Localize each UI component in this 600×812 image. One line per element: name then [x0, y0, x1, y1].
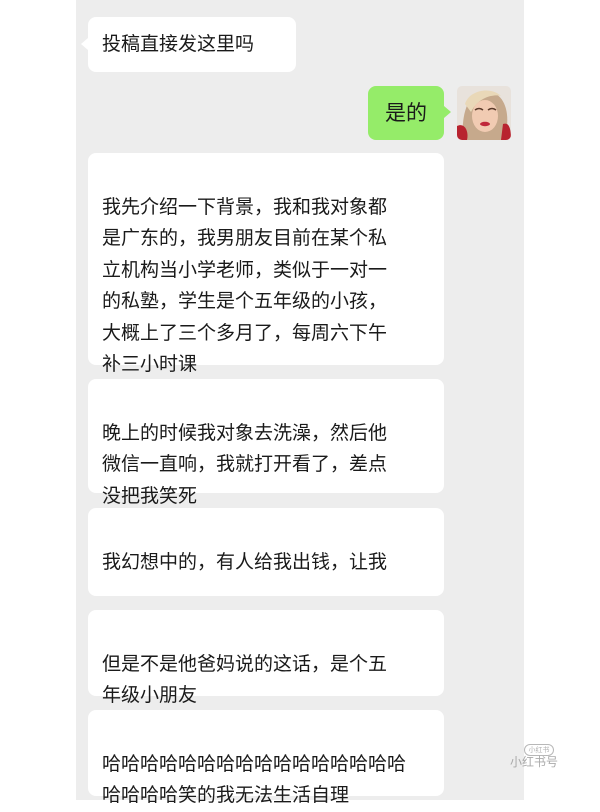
message-incoming-1[interactable]: 投稿直接发这里吗 [88, 17, 296, 72]
outgoing-bubble-tail [444, 106, 451, 118]
message-outgoing-1[interactable]: 是的 [368, 86, 444, 140]
message-text: 是的 [385, 100, 427, 125]
message-incoming-2[interactable]: 我先介绍一下背景，我和我对象都 是广东的，我男朋友目前在某个私 立机构当小学老师… [88, 153, 444, 375]
incoming-bubble-tail [81, 38, 88, 50]
watermark-text: 小红书号 [510, 755, 559, 769]
message-text: 我先介绍一下背景，我和我对象都 是广东的，我男朋友目前在某个私 立机构当小学老师… [102, 195, 388, 376]
message-incoming-5[interactable]: 但是不是他爸妈说的这话，是个五 年级小朋友 [88, 610, 444, 706]
avatar[interactable] [457, 86, 511, 140]
message-incoming-4[interactable]: 我幻想中的，有人给我出钱，让我 跟男朋友分手的局面出现了 [88, 508, 444, 632]
message-text: 投稿直接发这里吗 [102, 32, 255, 55]
message-incoming-3[interactable]: 晚上的时候我对象去洗澡，然后他 微信一直响，我就打开看了，差点 没把我笑死 [88, 379, 444, 507]
message-incoming-6[interactable]: 哈哈哈哈哈哈哈哈哈哈哈哈哈哈哈哈 哈哈哈哈笑的我无法生活自理 [88, 710, 444, 806]
